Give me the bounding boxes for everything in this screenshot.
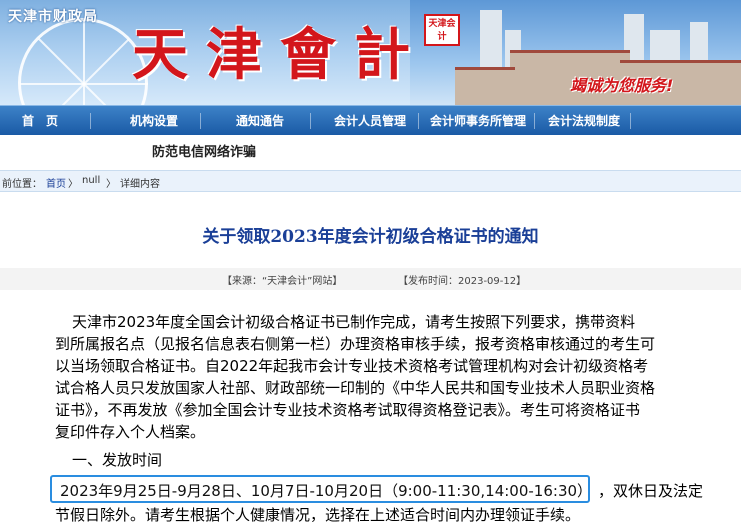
main-nav: 首 页 机构设置 通知通告 会计人员管理 会计师事务所管理 会计法规制度: [0, 105, 741, 135]
issue-time-range: 2023年9月25日-9月28日、10月7日-10月20日（9:00-11:30…: [60, 482, 593, 500]
paragraph-line: 试合格人员只发放国家人社部、财政部统一印制的《中华人民共和国专业技术人员职业资格: [55, 379, 656, 397]
slogan: 竭诚为您服务!: [570, 76, 674, 95]
breadcrumb-prefix: 前位置：: [2, 179, 42, 190]
paragraph-line: 到所属报名点（见报名信息表右侧第一栏）办理资格审核手续，报考资格审核通过的考生可: [55, 335, 656, 353]
breadcrumb-separator: 〉: [68, 179, 78, 190]
skyline-building: [455, 67, 515, 105]
paragraph-line: 天津市2023年度全国会计初级合格证书已制作完成，请考生按照下列要求，携带资料: [72, 313, 636, 331]
nav-home[interactable]: 首 页: [22, 106, 58, 136]
issue-time-line2: 节假日除外。请考生根据个人健康情况，选择在上述适合时间内办理领证手续。: [55, 506, 581, 524]
nav-regulations[interactable]: 会计法规制度: [548, 106, 620, 136]
breadcrumb-separator: 〉: [106, 179, 116, 190]
nav-divider: [200, 113, 201, 129]
article-source: 【来源：“天津会计”网站】: [222, 276, 343, 287]
site-banner: 天津市财政局 天津會計 天津会计 竭诚为您服务!: [0, 0, 741, 105]
paragraph-line: 以当场领取合格证书。自2022年起我市会计专业技术资格考试管理机构对会计初级资格…: [55, 357, 649, 375]
nav-notices[interactable]: 通知通告: [236, 106, 284, 136]
breadcrumb: 前位置： 首页 〉 null 〉 详细内容: [0, 170, 741, 192]
section-heading: 一、发放时间: [72, 451, 163, 469]
article-date: 【发布时间：2023-09-12】: [398, 276, 527, 287]
breadcrumb-home-link[interactable]: 首页: [46, 175, 66, 190]
nav-divider: [534, 113, 535, 129]
announcement-bar: 防范电信网络诈骗: [0, 135, 741, 165]
nav-divider: [418, 113, 419, 129]
ferris-wheel-spoke: [83, 20, 85, 105]
anti-fraud-link[interactable]: 防范电信网络诈骗: [152, 141, 256, 160]
nav-divider: [310, 113, 311, 129]
agency-name: 天津市财政局: [8, 9, 98, 25]
paragraph-line: 复印件存入个人档案。: [55, 423, 206, 441]
article-meta: 【来源：“天津会计”网站】 【发布时间：2023-09-12】: [0, 268, 741, 290]
seal-stamp: 天津会计: [424, 14, 460, 46]
nav-firm-management[interactable]: 会计师事务所管理: [430, 106, 526, 136]
nav-accountant-management[interactable]: 会计人员管理: [334, 106, 406, 136]
nav-divider: [90, 113, 91, 129]
nav-divider: [630, 113, 631, 129]
nav-organization[interactable]: 机构设置: [130, 106, 178, 136]
paragraph-line: 证书》，不再发放《参加全国会计专业技术资格考试取得资格登记表》。考生可将资格证书: [55, 401, 641, 419]
article-title: 关于领取2023年度会计初级合格证书的通知: [202, 227, 539, 247]
site-logo-title: 天津會計: [132, 22, 428, 88]
issue-time-note: ，双休日及法定: [598, 482, 704, 500]
breadcrumb-mid[interactable]: null: [82, 175, 100, 186]
breadcrumb-current: 详细内容: [120, 179, 160, 190]
